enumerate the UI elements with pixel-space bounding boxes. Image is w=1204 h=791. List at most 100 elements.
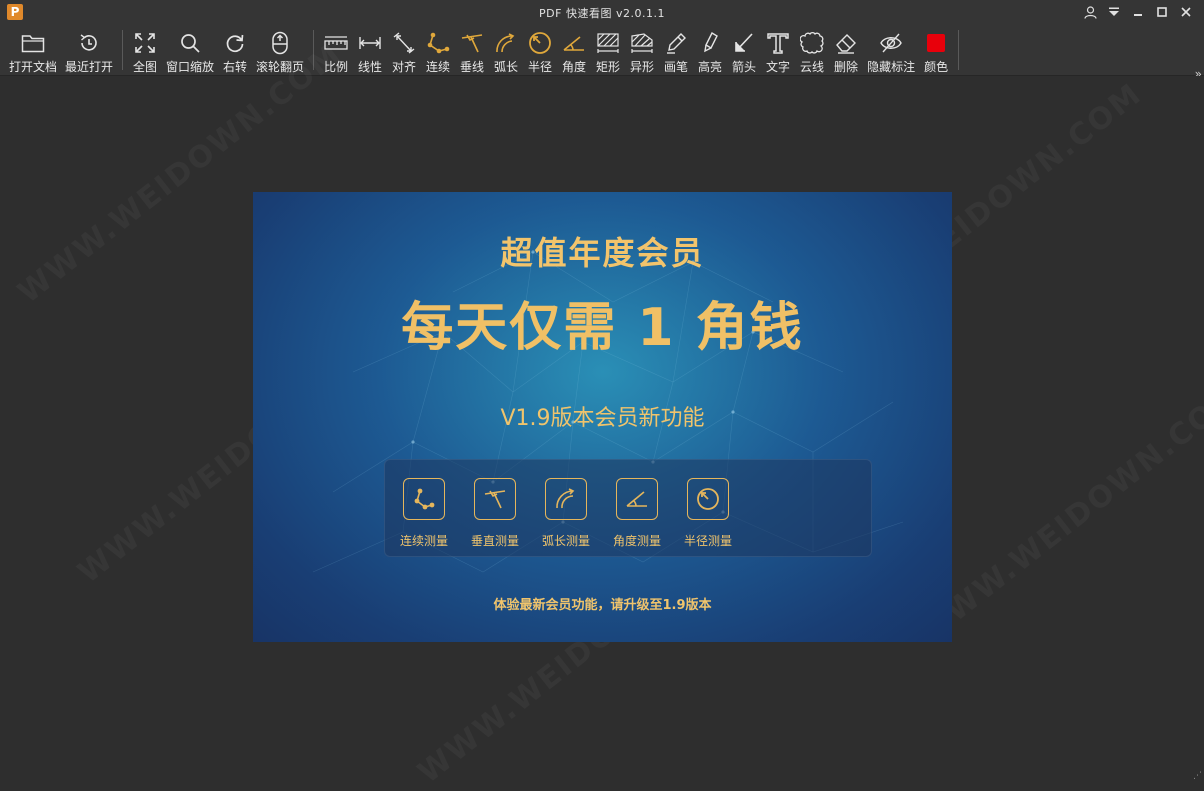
rectangle-label: 矩形 <box>596 60 621 74</box>
arc-measure-icon <box>545 478 587 520</box>
linear-label: 线性 <box>358 60 383 74</box>
hide-annotations-label: 隐藏标注 <box>867 60 916 74</box>
cloud-button[interactable]: 云线 <box>795 25 829 75</box>
highlight-label: 高亮 <box>698 60 723 74</box>
menu-dropdown-icon[interactable] <box>1102 3 1126 21</box>
arc-length-label: 弧长 <box>494 60 519 74</box>
pen-label: 画笔 <box>664 60 689 74</box>
highlight-button[interactable]: 高亮 <box>693 25 727 75</box>
angle-button[interactable]: 角度 <box>557 25 591 75</box>
resize-grip-icon[interactable]: ⋰ <box>1193 771 1202 781</box>
continuous-button[interactable]: 连续 <box>421 25 455 75</box>
feature-arc: 弧长测量 <box>526 478 606 549</box>
toolbar-separator <box>122 30 124 70</box>
linear-button[interactable]: 线性 <box>353 25 387 75</box>
radius-label: 半径 <box>528 60 553 74</box>
perpendicular-button[interactable]: 垂线 <box>455 25 489 75</box>
feature-label: 半径测量 <box>683 534 732 548</box>
color-button[interactable]: 颜色 <box>919 25 953 75</box>
rectangle-area-icon <box>595 30 621 56</box>
delete-button[interactable]: 删除 <box>829 25 863 75</box>
feature-radius: 半径测量 <box>668 478 748 549</box>
open-document-button[interactable]: 打开文档 <box>5 25 61 75</box>
radius-button[interactable]: 半径 <box>523 25 557 75</box>
continuous-label: 连续 <box>426 60 451 74</box>
recent-files-button[interactable]: 最近打开 <box>61 25 117 75</box>
rotate-right-button[interactable]: 右转 <box>218 25 252 75</box>
feature-label: 连续测量 <box>399 534 448 548</box>
feature-label: 弧长测量 <box>541 534 590 548</box>
align-label: 对齐 <box>392 60 417 74</box>
rectangle-button[interactable]: 矩形 <box>591 25 625 75</box>
continuous-measure-icon <box>403 478 445 520</box>
feature-panel: 连续测量 垂直测量 弧长测量 角度测量 半径测量 <box>384 459 872 557</box>
recent-files-label: 最近打开 <box>65 60 114 74</box>
hide-annotations-button[interactable]: 隐藏标注 <box>863 25 919 75</box>
arc-measure-icon <box>493 30 519 56</box>
feature-perpendicular: 垂直测量 <box>455 478 535 549</box>
close-icon[interactable] <box>1174 3 1198 21</box>
rotate-right-icon <box>222 30 248 56</box>
open-document-label: 打开文档 <box>9 60 58 74</box>
magnifier-icon <box>177 30 203 56</box>
perpendicular-measure-icon <box>474 478 516 520</box>
text-icon <box>765 30 791 56</box>
arrow-icon <box>731 30 757 56</box>
color-swatch-icon <box>923 30 949 56</box>
pen-icon <box>663 30 689 56</box>
maximize-icon[interactable] <box>1150 3 1174 21</box>
feature-continuous: 连续测量 <box>384 478 464 549</box>
expand-icon <box>132 30 158 56</box>
delete-label: 删除 <box>834 60 859 74</box>
arc-length-button[interactable]: 弧长 <box>489 25 523 75</box>
continuous-measure-icon <box>425 30 451 56</box>
window-title: PDF 快速看图 v2.0.1.1 <box>539 7 665 20</box>
window-zoom-label: 窗口缩放 <box>166 60 215 74</box>
cloud-line-icon <box>799 30 825 56</box>
window-zoom-button[interactable]: 窗口缩放 <box>162 25 218 75</box>
eye-off-icon <box>878 30 904 56</box>
angle-measure-icon <box>561 30 587 56</box>
mouse-icon <box>267 30 293 56</box>
title-bar: P PDF 快速看图 v2.0.1.1 <box>0 0 1204 25</box>
promo-subtitle: V1.9版本会员新功能 <box>500 406 705 431</box>
document-viewport[interactable]: WWW.WEIDOWN.COM WWW.WEIDOWN.COM WWW.WEID… <box>0 36 1204 791</box>
fit-page-label: 全图 <box>133 60 158 74</box>
irregular-label: 异形 <box>630 60 655 74</box>
eraser-icon <box>833 30 859 56</box>
align-button[interactable]: 对齐 <box>387 25 421 75</box>
radius-measure-icon <box>687 478 729 520</box>
text-label: 文字 <box>766 60 791 74</box>
promo-headline: 超值年度会员 <box>500 234 705 272</box>
fit-page-button[interactable]: 全图 <box>128 25 162 75</box>
user-icon[interactable] <box>1078 3 1102 21</box>
cloud-label: 云线 <box>800 60 825 74</box>
radius-measure-icon <box>527 30 553 56</box>
aligned-measure-icon <box>391 30 417 56</box>
promo-banner[interactable]: 超值年度会员 每天仅需 1 角钱 V1.9版本会员新功能 连续测量 垂直测量 弧 <box>253 192 952 642</box>
perpendicular-measure-icon <box>459 30 485 56</box>
irregular-button[interactable]: 异形 <box>625 25 659 75</box>
feature-angle: 角度测量 <box>597 478 677 549</box>
promo-price-line: 每天仅需 1 角钱 <box>401 298 804 358</box>
arrow-label: 箭头 <box>732 60 757 74</box>
feature-label: 垂直测量 <box>470 534 519 548</box>
text-button[interactable]: 文字 <box>761 25 795 75</box>
main-toolbar: 打开文档 最近打开 全图 窗口缩放 右转 滚轮翻页 比例 线性 对齐 连续 垂线… <box>0 25 1204 81</box>
watermark-text: WWW.WEIDOWN.COM <box>912 376 1204 650</box>
angle-label: 角度 <box>562 60 587 74</box>
irregular-area-icon <box>629 30 655 56</box>
color-label: 颜色 <box>924 60 949 74</box>
upgrade-hint[interactable]: 体验最新会员功能，请升级至1.9版本 <box>253 594 952 613</box>
highlighter-icon <box>697 30 723 56</box>
rotate-right-label: 右转 <box>223 60 248 74</box>
angle-measure-icon <box>616 478 658 520</box>
linear-measure-icon <box>357 30 383 56</box>
pen-button[interactable]: 画笔 <box>659 25 693 75</box>
minimize-icon[interactable] <box>1126 3 1150 21</box>
perpendicular-label: 垂线 <box>460 60 485 74</box>
toolbar-separator <box>958 30 960 70</box>
folder-icon <box>20 30 46 56</box>
history-icon <box>76 30 102 56</box>
arrow-button[interactable]: 箭头 <box>727 25 761 75</box>
